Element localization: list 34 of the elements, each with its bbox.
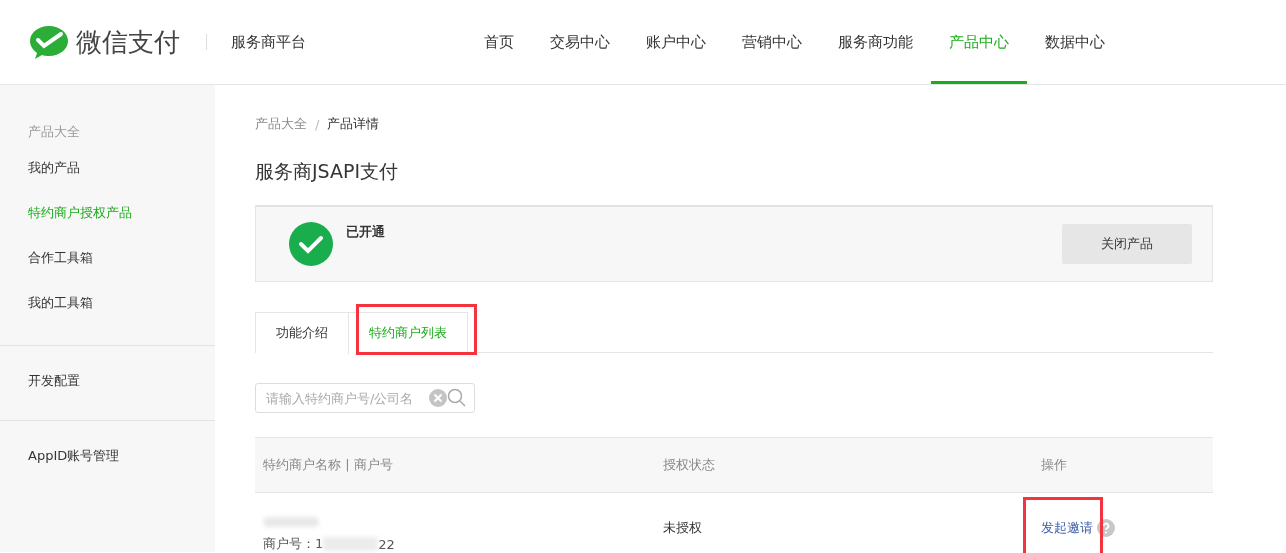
column-header: 特约商户名称 | 商户号 bbox=[262, 456, 394, 474]
platform-name: 服务商平台 bbox=[231, 32, 306, 52]
status-label: 已开通 bbox=[346, 223, 385, 241]
nav-item[interactable]: 营销中心 bbox=[724, 0, 820, 84]
invite-link[interactable]: 发起邀请 bbox=[1041, 520, 1093, 535]
breadcrumb-separator: / bbox=[315, 116, 320, 132]
sidebar-item[interactable]: 我的产品 bbox=[0, 155, 215, 181]
column-header: 操作 bbox=[1040, 456, 1068, 474]
breadcrumb-item: 产品详情 bbox=[327, 115, 380, 133]
merchant-id: 商户号：1 bbox=[263, 535, 324, 553]
tab[interactable]: 功能介绍 bbox=[255, 312, 349, 353]
nav-item[interactable]: 账户中心 bbox=[628, 0, 724, 84]
nav-item[interactable]: 首页 bbox=[466, 0, 532, 84]
nav-item[interactable]: 交易中心 bbox=[532, 0, 628, 84]
merchant-id: 22 bbox=[378, 536, 395, 552]
search-icon[interactable] bbox=[447, 388, 467, 408]
logo-icon bbox=[28, 24, 70, 60]
column-header: 授权状态 bbox=[662, 456, 716, 474]
sidebar-item[interactable]: 开发配置 bbox=[0, 368, 215, 394]
breadcrumb-item[interactable]: 产品大全 bbox=[255, 115, 307, 133]
help-icon[interactable] bbox=[1097, 519, 1115, 537]
close-product-button[interactable]: 关闭产品 bbox=[1062, 224, 1192, 264]
page-title: 服务商JSAPI支付 bbox=[255, 159, 400, 184]
clear-icon[interactable] bbox=[429, 389, 447, 407]
status-cell: 未授权 bbox=[663, 520, 702, 535]
sidebar-item[interactable]: 合作工具箱 bbox=[0, 245, 215, 271]
sidebar-item[interactable]: 我的工具箱 bbox=[0, 290, 215, 316]
sidebar-item[interactable]: AppID账号管理 bbox=[0, 443, 215, 469]
logo-text: 微信支付 bbox=[76, 25, 180, 59]
nav-item[interactable]: 数据中心 bbox=[1027, 0, 1123, 84]
sidebar-heading: 产品大全 bbox=[27, 123, 81, 141]
search-field[interactable]: 请输入特约商户号/公司名 bbox=[255, 383, 475, 413]
check-circle-icon bbox=[288, 221, 334, 267]
nav-item[interactable]: 服务商功能 bbox=[820, 0, 931, 84]
